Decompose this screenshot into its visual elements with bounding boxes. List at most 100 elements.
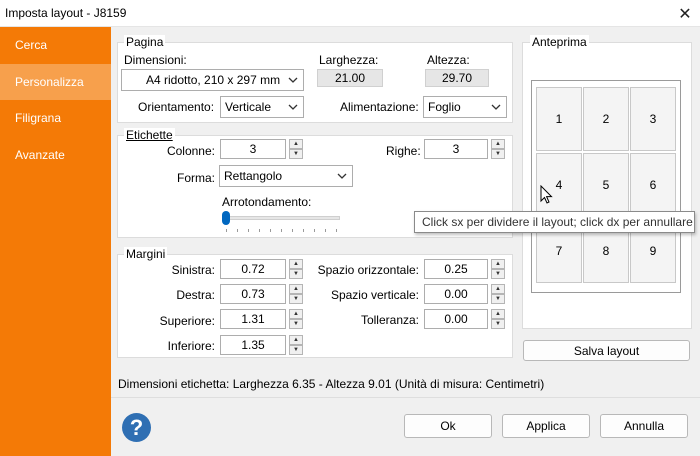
- sidebar: Cerca Personalizza Filigrana Avanzate: [0, 27, 111, 456]
- righe-label: Righe:: [386, 144, 421, 158]
- help-icon[interactable]: ?: [122, 413, 151, 442]
- altezza-field: 29.70: [425, 69, 489, 87]
- orientamento-value: Verticale: [225, 100, 272, 114]
- orientamento-label: Orientamento:: [138, 100, 215, 114]
- spin-down-icon[interactable]: ▼: [289, 149, 303, 159]
- dimensioni-select[interactable]: A4 ridotto, 210 x 297 mm: [121, 69, 304, 91]
- slider-tick: [336, 229, 337, 232]
- ok-button[interactable]: Ok: [404, 414, 492, 438]
- sidebar-item-label: Personalizza: [15, 75, 84, 89]
- annulla-button[interactable]: Annulla: [600, 414, 688, 438]
- slider-tick: [226, 229, 227, 232]
- larghezza-field: 21.00: [317, 69, 383, 87]
- layout-preview[interactable]: 1 2 3 4 5 6 7 8 9: [531, 80, 681, 293]
- sidebar-item-label: Cerca: [15, 38, 48, 52]
- tolleranza-label: Tolleranza:: [360, 313, 419, 327]
- slider-tick: [281, 229, 282, 232]
- sidebar-item-avanzate[interactable]: Avanzate: [0, 137, 111, 173]
- spin-down-icon[interactable]: ▼: [491, 269, 505, 279]
- forma-select[interactable]: Rettangolo: [219, 165, 353, 187]
- alimentazione-select[interactable]: Foglio: [423, 96, 507, 118]
- spin-up-icon[interactable]: ▲: [491, 309, 505, 319]
- slider-tick: [248, 229, 249, 232]
- spazio-verticale-label: Spazio verticale:: [330, 288, 419, 302]
- sidebar-item-label: Filigrana: [15, 111, 62, 125]
- pagina-legend: Pagina: [124, 35, 166, 49]
- sidebar-item-filigrana[interactable]: Filigrana: [0, 100, 111, 136]
- chevron-down-icon: [288, 104, 298, 110]
- destra-label: Destra:: [176, 288, 215, 302]
- spin-up-icon[interactable]: ▲: [491, 284, 505, 294]
- larghezza-label: Larghezza:: [319, 53, 379, 67]
- forma-label: Forma:: [176, 171, 215, 185]
- preview-cell[interactable]: 3: [630, 87, 676, 151]
- anteprima-legend: Anteprima: [530, 35, 589, 49]
- dimensioni-label: Dimensioni:: [124, 53, 187, 67]
- colonne-label: Colonne:: [166, 144, 215, 158]
- margini-legend: Margini: [124, 247, 168, 261]
- sidebar-item-cerca[interactable]: Cerca: [0, 27, 111, 63]
- preview-tooltip: Click sx per dividere il layout; click d…: [414, 211, 695, 233]
- inferiore-label: Inferiore:: [167, 339, 215, 353]
- colonne-stepper[interactable]: ▲ ▼: [289, 139, 303, 159]
- inferiore-stepper[interactable]: ▲ ▼: [289, 335, 303, 355]
- spin-down-icon[interactable]: ▼: [491, 319, 505, 329]
- preview-cell[interactable]: 6: [630, 153, 676, 217]
- sinistra-label: Sinistra:: [171, 263, 215, 277]
- forma-value: Rettangolo: [224, 169, 283, 183]
- slider-tick: [270, 229, 271, 232]
- window-title: Imposta layout - J8159: [5, 6, 127, 20]
- tolleranza-stepper[interactable]: ▲ ▼: [491, 309, 505, 329]
- mouse-cursor-icon: [540, 185, 553, 204]
- spin-up-icon[interactable]: ▲: [491, 259, 505, 269]
- superiore-label: Superiore:: [159, 314, 215, 328]
- title-bar: Imposta layout - J8159 ✕: [0, 0, 700, 27]
- righe-stepper[interactable]: ▲ ▼: [491, 139, 505, 159]
- spin-down-icon[interactable]: ▼: [289, 345, 303, 355]
- sinistra-input[interactable]: 0.72: [220, 259, 286, 279]
- chevron-down-icon: [288, 77, 298, 83]
- spin-up-icon[interactable]: ▲: [491, 139, 505, 149]
- chevron-down-icon: [491, 104, 501, 110]
- preview-cell[interactable]: 2: [583, 87, 629, 151]
- spin-down-icon[interactable]: ▼: [491, 149, 505, 159]
- alimentazione-label: Alimentazione:: [340, 100, 419, 114]
- arrotondamento-label: Arrotondamento:: [222, 195, 312, 209]
- colonne-input[interactable]: 3: [220, 139, 286, 159]
- preview-cell[interactable]: 1: [536, 87, 582, 151]
- sidebar-item-personalizza[interactable]: Personalizza: [0, 64, 111, 100]
- spazio-orizzontale-label: Spazio orizzontale:: [317, 263, 419, 277]
- slider-tick: [292, 229, 293, 232]
- spazio-orizzontale-stepper[interactable]: ▲ ▼: [491, 259, 505, 279]
- slider-tick: [314, 229, 315, 232]
- arrotondamento-slider-track[interactable]: [222, 216, 340, 220]
- salva-layout-button[interactable]: Salva layout: [523, 340, 690, 361]
- slider-tick: [259, 229, 260, 232]
- orientamento-select[interactable]: Verticale: [220, 96, 304, 118]
- superiore-input[interactable]: 1.31: [220, 309, 286, 329]
- destra-input[interactable]: 0.73: [220, 284, 286, 304]
- dimensioni-value: A4 ridotto, 210 x 297 mm: [146, 73, 281, 87]
- inferiore-input[interactable]: 1.35: [220, 335, 286, 355]
- slider-tick: [303, 229, 304, 232]
- alimentazione-value: Foglio: [428, 100, 461, 114]
- spazio-verticale-stepper[interactable]: ▲ ▼: [491, 284, 505, 304]
- tolleranza-input[interactable]: 0.00: [424, 309, 488, 329]
- altezza-label: Altezza:: [427, 53, 470, 67]
- slider-tick: [325, 229, 326, 232]
- preview-cell[interactable]: 5: [583, 153, 629, 217]
- close-icon[interactable]: ✕: [670, 0, 700, 27]
- status-text: Dimensioni etichetta: Larghezza 6.35 - A…: [118, 377, 545, 391]
- spin-down-icon[interactable]: ▼: [491, 294, 505, 304]
- righe-input[interactable]: 3: [424, 139, 488, 159]
- spazio-orizzontale-input[interactable]: 0.25: [424, 259, 488, 279]
- sidebar-item-label: Avanzate: [15, 148, 65, 162]
- spazio-verticale-input[interactable]: 0.00: [424, 284, 488, 304]
- arrotondamento-slider-thumb[interactable]: [222, 211, 230, 225]
- slider-tick: [237, 229, 238, 232]
- spin-up-icon[interactable]: ▲: [289, 139, 303, 149]
- spin-up-icon[interactable]: ▲: [289, 335, 303, 345]
- etichette-legend: Etichette: [124, 128, 175, 142]
- applica-button[interactable]: Applica: [502, 414, 590, 438]
- chevron-down-icon: [337, 173, 347, 179]
